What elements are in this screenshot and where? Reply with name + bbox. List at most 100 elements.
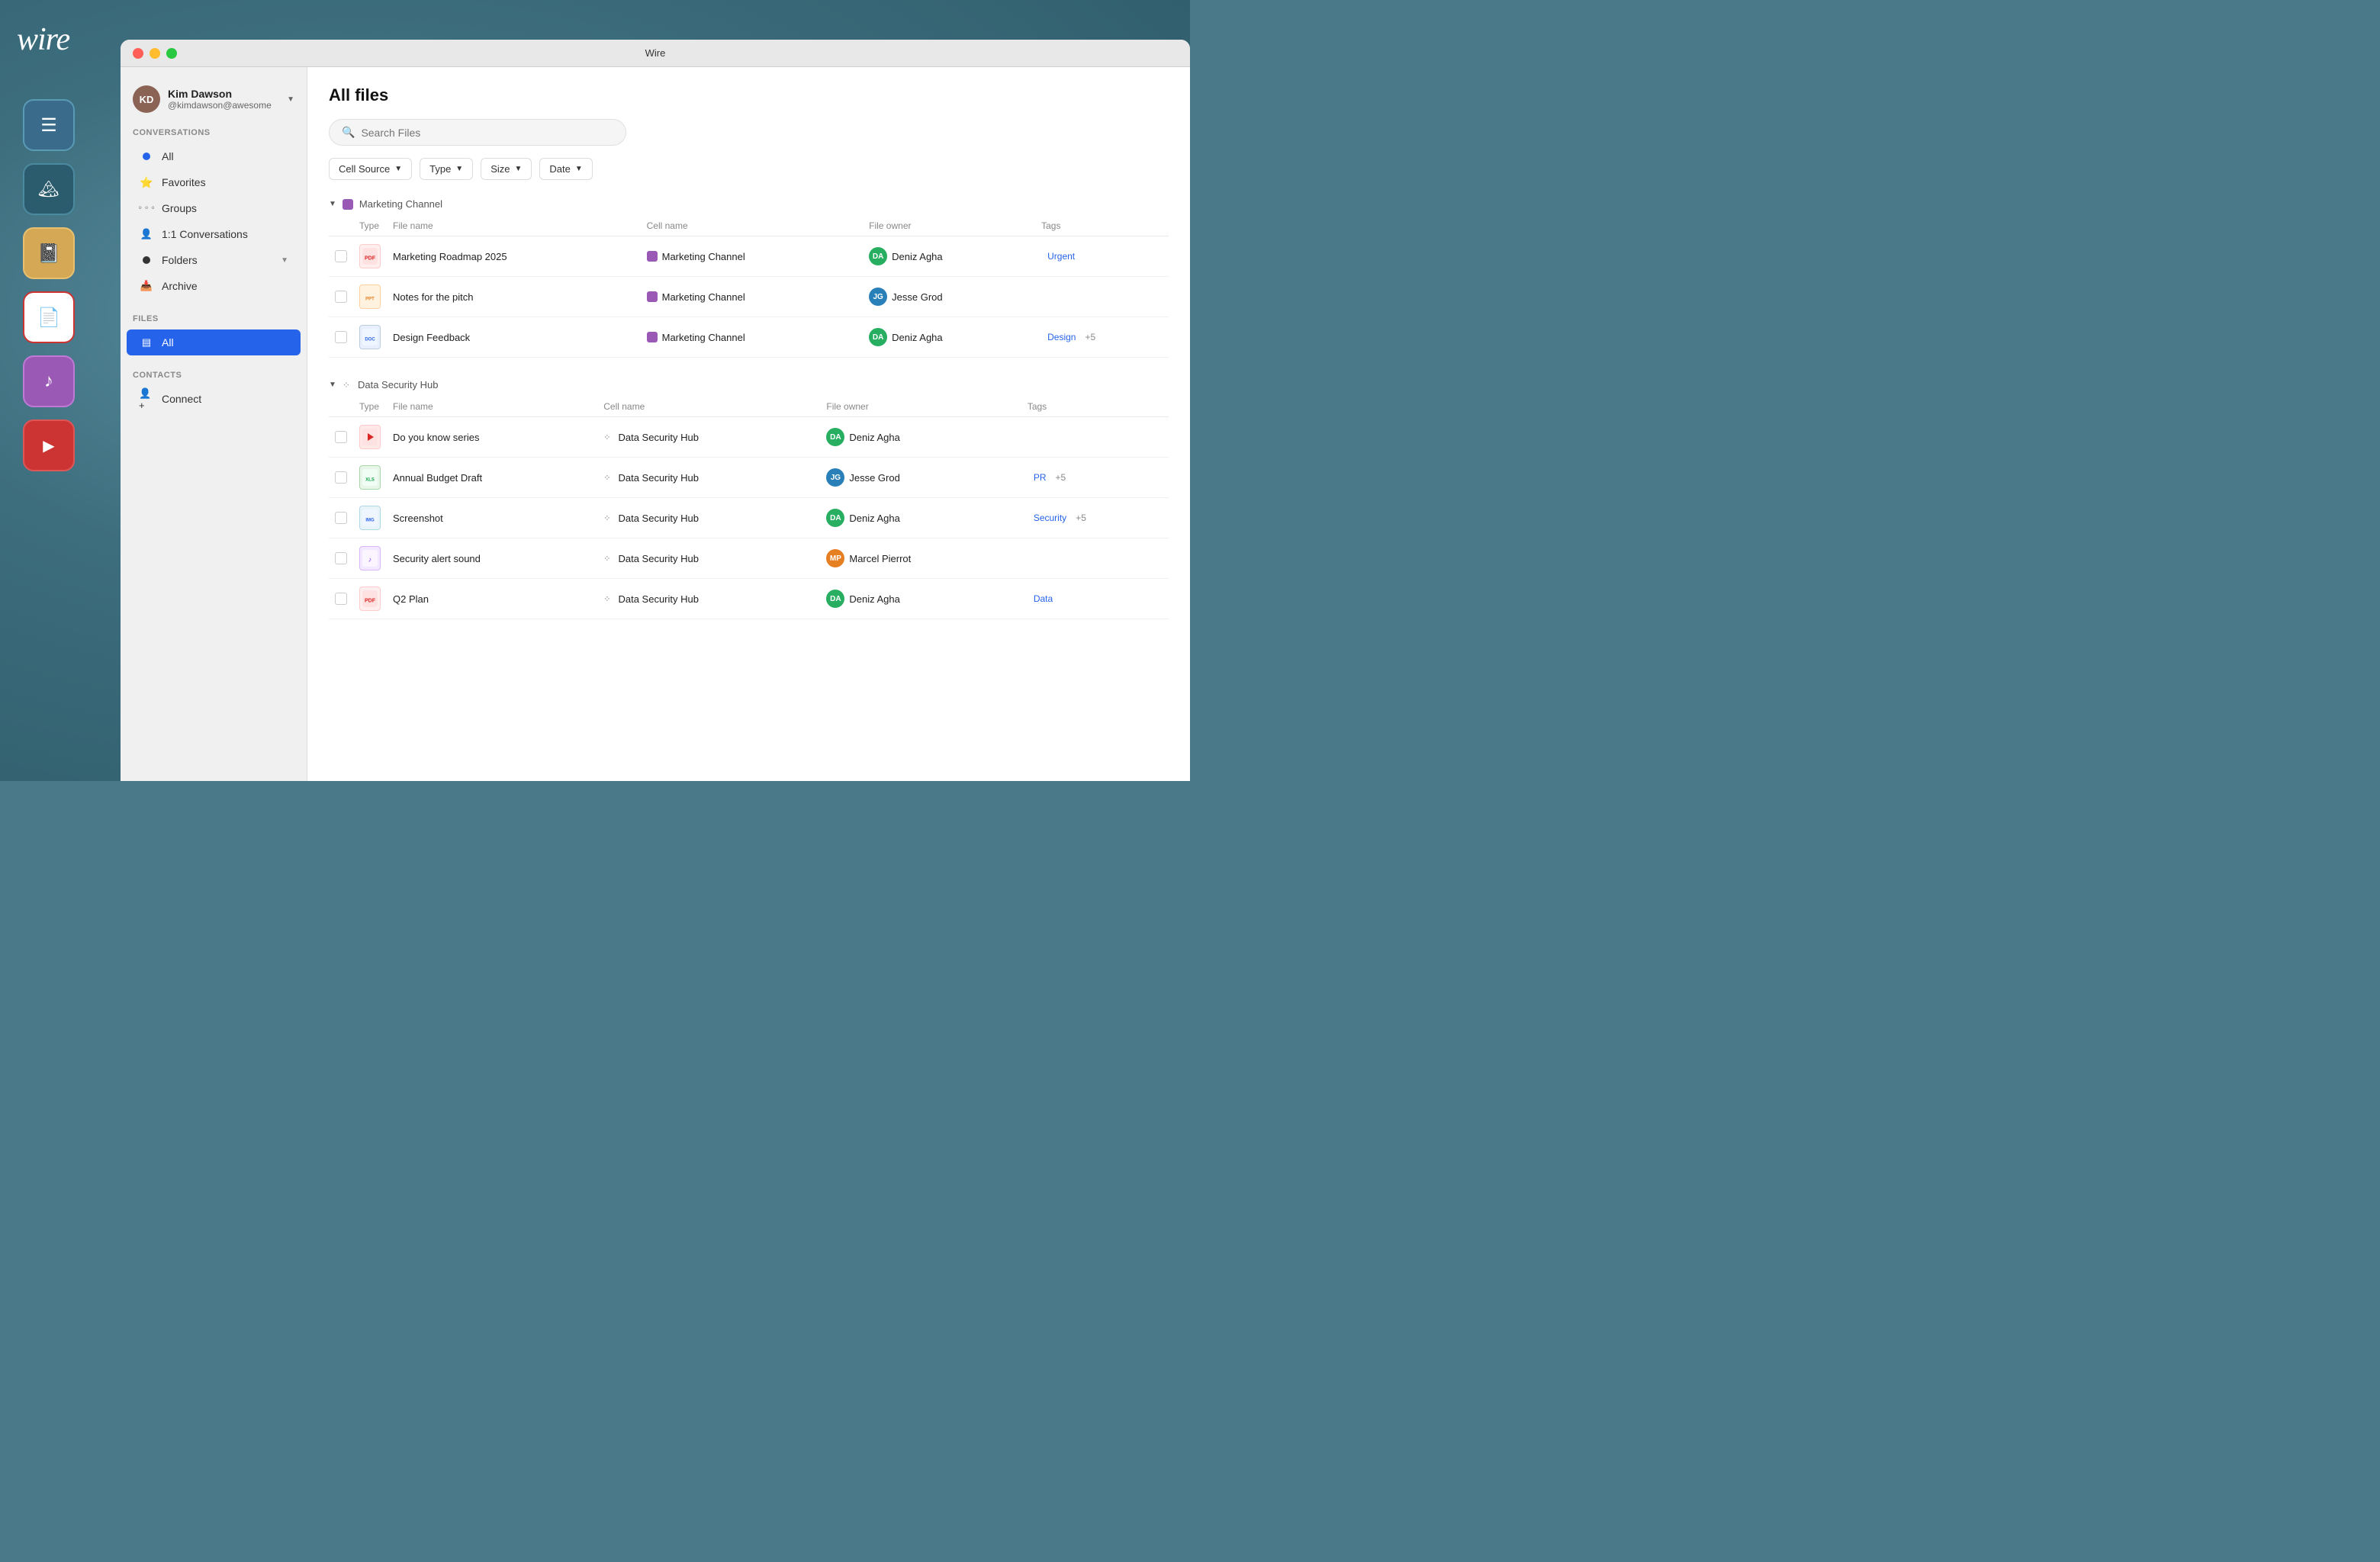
main-window: Wire KD Kim Dawson @kimdawson@awesome ▼ … (121, 40, 1190, 781)
cell-name: ⁘ Data Security Hub (603, 513, 814, 524)
sidebar-item-1on1[interactable]: 👤 1:1 Conversations (127, 221, 301, 247)
tags: PR +5 (1028, 471, 1163, 484)
maximize-button[interactable] (166, 48, 177, 59)
row-checkbox[interactable] (335, 431, 347, 443)
main-content: All files 🔍 Cell Source ▼ Type ▼ (307, 67, 1190, 781)
filter-chevron-icon: ▼ (455, 165, 463, 173)
group-name: Marketing Channel (359, 198, 442, 210)
minimize-button[interactable] (150, 48, 160, 59)
1on1-icon: 👤 (139, 227, 154, 242)
filter-chevron-icon: ▼ (515, 165, 523, 173)
sidebar-item-all[interactable]: All (127, 143, 301, 169)
file-type-icon: PPT (359, 284, 381, 309)
file-name: Do you know series (387, 417, 597, 458)
table-row: PDF Marketing Roadmap 2025 Marketing Cha… (329, 236, 1169, 277)
file-name: Security alert sound (387, 538, 597, 579)
sidebar-item-connect[interactable]: 👤+ Connect (127, 386, 301, 412)
tag: Design (1041, 330, 1082, 344)
owner-avatar: JG (869, 288, 887, 306)
hub-cell-icon: ⁘ (603, 594, 610, 604)
cell-name: Marketing Channel (647, 251, 857, 262)
tags (1021, 538, 1169, 579)
avatar: KD (133, 85, 160, 113)
file-table-security: Type File name Cell name File owner Tags (329, 397, 1169, 619)
hub-icon: ⁘ (343, 380, 350, 390)
tag: PR (1028, 471, 1053, 484)
files-section-label: FILES (121, 311, 307, 329)
hub-cell-icon: ⁘ (603, 554, 610, 564)
row-checkbox[interactable] (335, 250, 347, 262)
app-icon-image[interactable]: 🏔 (23, 163, 75, 215)
filter-chevron-icon: ▼ (394, 165, 402, 173)
file-type-icon: ♪ (359, 546, 381, 570)
user-profile[interactable]: KD Kim Dawson @kimdawson@awesome ▼ (121, 79, 307, 125)
search-icon: 🔍 (342, 126, 355, 139)
group-header-security[interactable]: ▼ ⁘ Data Security Hub (329, 379, 1169, 390)
app-icon-music[interactable]: ♪ (23, 355, 75, 407)
filter-size[interactable]: Size ▼ (481, 158, 532, 180)
row-checkbox[interactable] (335, 593, 347, 605)
file-owner: DA Deniz Agha (869, 328, 1029, 346)
sidebar-item-groups[interactable]: ⚬⚬⚬ Groups (127, 195, 301, 221)
row-checkbox[interactable] (335, 471, 347, 484)
owner-avatar: JG (826, 468, 844, 487)
table-row: DOC Design Feedback Marketing Channel (329, 317, 1169, 358)
group-header-marketing[interactable]: ▼ Marketing Channel (329, 198, 1169, 210)
row-checkbox[interactable] (335, 552, 347, 564)
group-name: Data Security Hub (358, 379, 439, 390)
owner-avatar: DA (869, 247, 887, 265)
app-icon-pdf[interactable]: 📄 (23, 291, 75, 343)
search-bar[interactable]: 🔍 (329, 119, 626, 146)
sidebar-item-label: Folders (162, 254, 198, 266)
tags: Design +5 (1041, 330, 1163, 344)
sidebar-item-label: 1:1 Conversations (162, 228, 248, 240)
row-checkbox[interactable] (335, 512, 347, 524)
table-row: Do you know series ⁘ Data Security Hub (329, 417, 1169, 458)
filter-cell-source[interactable]: Cell Source ▼ (329, 158, 412, 180)
filter-chevron-icon: ▼ (575, 165, 583, 173)
wire-logo: wire (17, 21, 69, 58)
favorites-icon: ⭐ (139, 175, 154, 190)
folders-icon (139, 252, 154, 268)
filter-label: Type (429, 163, 451, 175)
conversations-section-label: CONVERSATIONS (121, 125, 307, 143)
contacts-section-label: CONTACTS (121, 368, 307, 386)
cell-name: ⁘ Data Security Hub (603, 432, 814, 443)
svg-text:PDF: PDF (365, 598, 376, 603)
tag: Urgent (1041, 249, 1081, 263)
filter-date[interactable]: Date ▼ (539, 158, 592, 180)
close-button[interactable] (133, 48, 143, 59)
file-name: Design Feedback (387, 317, 641, 358)
filter-type[interactable]: Type ▼ (420, 158, 473, 180)
sidebar-item-archive[interactable]: 📥 Archive (127, 273, 301, 299)
sidebar-item-all-files[interactable]: ▤ All (127, 329, 301, 355)
app-icon-notepad[interactable]: 📓 (23, 227, 75, 279)
row-checkbox[interactable] (335, 291, 347, 303)
group-collapse-icon: ▼ (329, 381, 336, 389)
app-icons-panel: ☰ 🏔 📓 📄 ♪ ▶ (23, 99, 75, 471)
filter-label: Cell Source (339, 163, 390, 175)
folders-chevron-icon: ▼ (281, 256, 288, 265)
connect-icon: 👤+ (139, 391, 154, 407)
row-checkbox[interactable] (335, 331, 347, 343)
svg-text:XLS: XLS (365, 477, 375, 482)
file-name: Annual Budget Draft (387, 458, 597, 498)
cell-color-dot (647, 291, 658, 302)
sidebar-item-folders[interactable]: Folders ▼ (127, 247, 301, 273)
groups-icon: ⚬⚬⚬ (139, 201, 154, 216)
cell-name: ⁘ Data Security Hub (603, 593, 814, 605)
tag: Data (1028, 592, 1059, 606)
search-input[interactable] (361, 127, 613, 139)
col-header-tags: Tags (1035, 216, 1169, 236)
app-icon-notes[interactable]: ☰ (23, 99, 75, 151)
file-table-marketing: Type File name Cell name File owner Tags (329, 216, 1169, 358)
group-security: ▼ ⁘ Data Security Hub Type File name Cel… (329, 379, 1169, 619)
file-name: Marketing Roadmap 2025 (387, 236, 641, 277)
filter-bar: Cell Source ▼ Type ▼ Size ▼ Date ▼ (329, 158, 1169, 180)
svg-text:♪: ♪ (368, 555, 372, 563)
app-icon-video[interactable]: ▶ (23, 419, 75, 471)
sidebar-item-favorites[interactable]: ⭐ Favorites (127, 169, 301, 195)
svg-text:DOC: DOC (365, 337, 375, 342)
cell-color-dot (647, 332, 658, 342)
window-body: KD Kim Dawson @kimdawson@awesome ▼ CONVE… (121, 67, 1190, 781)
